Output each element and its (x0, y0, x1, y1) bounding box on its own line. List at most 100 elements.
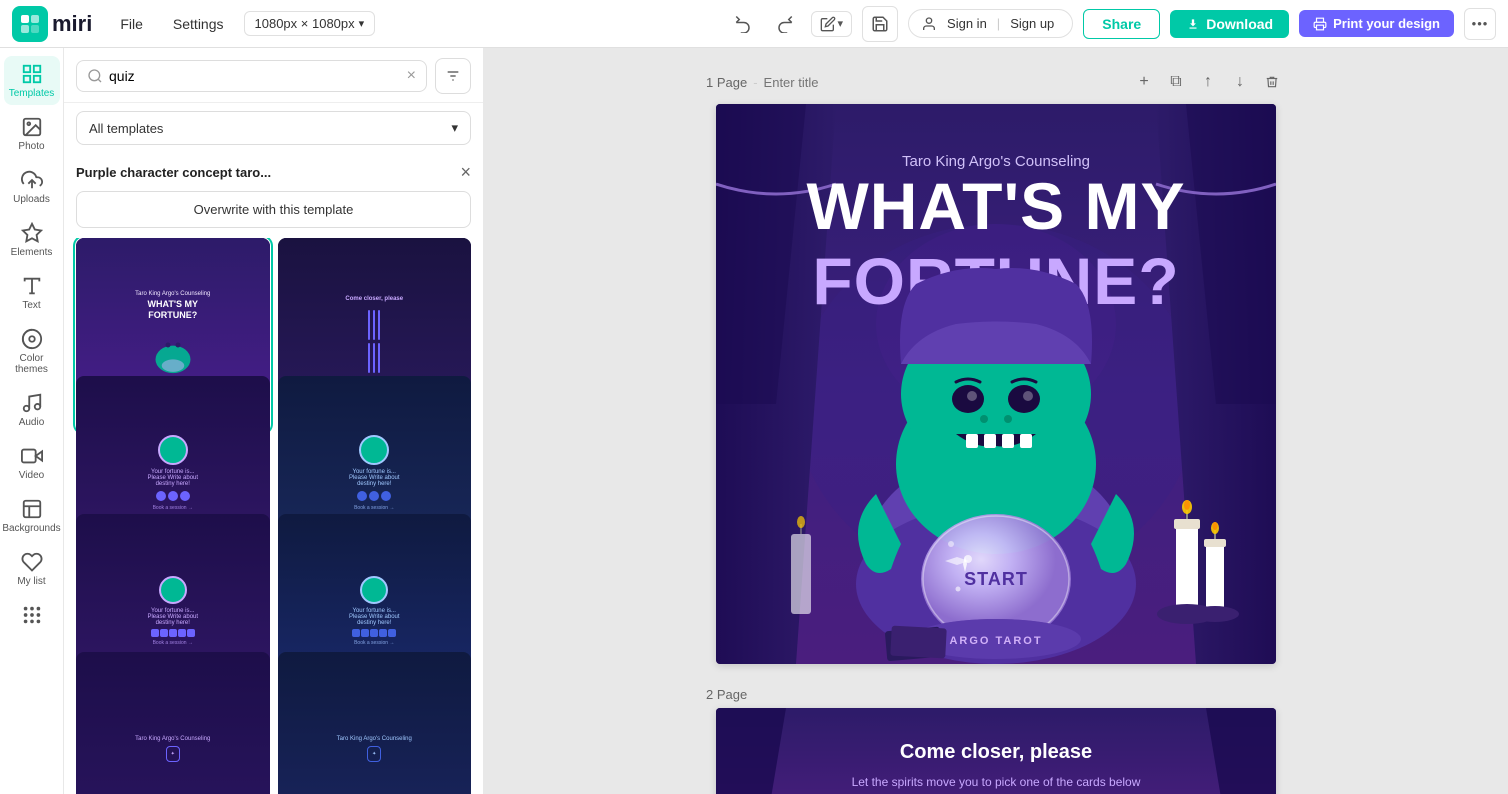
sidebar-item-color-themes[interactable]: Color themes (4, 321, 60, 381)
main-layout: Templates Photo Uploads Elements Text (0, 48, 1508, 794)
move-down-button[interactable]: ↓ (1226, 68, 1254, 96)
sidebar: Templates Photo Uploads Elements Text (0, 48, 64, 794)
dropdown-selected: All templates (89, 121, 163, 136)
sidebar-label-templates: Templates (9, 88, 55, 99)
sidebar-label-elements: Elements (11, 247, 53, 258)
sidebar-item-photo[interactable]: Photo (4, 109, 60, 158)
template-thumb-8[interactable]: Taro King Argo's Counseling ✦ (278, 652, 472, 794)
chevron-down-icon: ▾ (838, 17, 844, 30)
move-up-button[interactable]: ↑ (1194, 68, 1222, 96)
add-page-button[interactable]: + (1130, 68, 1158, 96)
download-label: Download (1206, 16, 1273, 32)
user-icon (921, 16, 937, 32)
dimensions-selector[interactable]: 1080px × 1080px ▾ (244, 11, 376, 36)
svg-text:Let the spirits move you to pi: Let the spirits move you to pick one of … (852, 775, 1141, 789)
page-1-container: 1 Page - + ⧉ ↑ ↓ (504, 68, 1488, 664)
copy-page-button[interactable]: ⧉ (1162, 68, 1190, 96)
sidebar-item-audio[interactable]: Audio (4, 385, 60, 434)
sidebar-label-uploads: Uploads (13, 194, 50, 205)
page-1-number: 1 Page (706, 75, 747, 90)
overwrite-button[interactable]: Overwrite with this template (76, 191, 471, 228)
sidebar-item-uploads[interactable]: Uploads (4, 162, 60, 211)
page-2-container: 2 Page Come closer, please Let the spiri… (504, 680, 1488, 794)
canvas-illustration: Taro King Argo's Counseling WHAT'S MY FO… (716, 104, 1276, 664)
logo-icon (12, 6, 48, 42)
sign-in-button[interactable]: Sign in (941, 14, 993, 33)
svg-text:ARGO TAROT: ARGO TAROT (949, 635, 1042, 647)
my-list-icon (20, 550, 44, 574)
canvas-frame-1[interactable]: Taro King Argo's Counseling WHAT'S MY FO… (716, 104, 1276, 664)
svg-text:START: START (964, 569, 1028, 589)
filter-icon (445, 68, 461, 84)
sidebar-item-elements[interactable]: Elements (4, 215, 60, 264)
search-area: × (64, 48, 483, 103)
page-2-label: 2 Page (706, 687, 747, 702)
sidebar-item-more[interactable] (4, 597, 60, 633)
svg-text:Taro King Argo's Counseling: Taro King Argo's Counseling (902, 153, 1090, 170)
search-icon (87, 68, 103, 84)
edit-pen-button[interactable]: ▾ (811, 11, 853, 37)
sidebar-label-my-list: My list (17, 576, 45, 587)
page-actions: + ⧉ ↑ ↓ (1130, 68, 1286, 96)
more-grid-icon (20, 603, 44, 627)
sidebar-label-video: Video (19, 470, 44, 481)
canvas-area: 1 Page - + ⧉ ↑ ↓ (484, 48, 1508, 794)
sidebar-label-backgrounds: Backgrounds (2, 523, 60, 534)
auth-area: Sign in | Sign up (908, 9, 1073, 38)
template-category-dropdown[interactable]: All templates ▾ (76, 111, 471, 145)
sidebar-item-templates[interactable]: Templates (4, 56, 60, 105)
page-1-header: 1 Page - + ⧉ ↑ ↓ (706, 68, 1286, 96)
page-1-separator: - (753, 75, 757, 90)
backgrounds-icon (20, 497, 44, 521)
menu-settings[interactable]: Settings (163, 12, 234, 36)
sidebar-item-video[interactable]: Video (4, 438, 60, 487)
overwrite-area: Overwrite with this template (64, 187, 483, 238)
template-thumb-7[interactable]: Taro King Argo's Counseling ✦ (76, 652, 270, 794)
sidebar-item-my-list[interactable]: My list (4, 544, 60, 593)
template-header: Purple character concept taro... × (64, 153, 483, 187)
filter-button[interactable] (435, 58, 471, 94)
sidebar-label-photo: Photo (18, 141, 44, 152)
page-title-input[interactable] (764, 75, 940, 90)
template-selected-title: Purple character concept taro... (76, 165, 460, 180)
sidebar-label-audio: Audio (19, 417, 45, 428)
sidebar-label-text: Text (22, 300, 40, 311)
sidebar-label-color-themes: Color themes (8, 353, 56, 375)
redo-button[interactable] (769, 8, 801, 40)
sign-up-button[interactable]: Sign up (1004, 14, 1060, 33)
logo[interactable]: miri (12, 6, 92, 42)
search-input[interactable] (109, 68, 401, 84)
save-button[interactable] (862, 6, 898, 42)
template-close-button[interactable]: × (460, 163, 471, 181)
uploads-icon (20, 168, 44, 192)
print-button[interactable]: Print your design (1299, 10, 1454, 37)
page-2-header: 2 Page (706, 680, 1286, 708)
text-icon (20, 274, 44, 298)
print-label: Print your design (1333, 16, 1440, 31)
svg-text:WHAT'S MY: WHAT'S MY (806, 169, 1185, 243)
search-clear-button[interactable]: × (407, 67, 416, 85)
template-grid: Taro King Argo's Counseling WHAT'S MYFOR… (64, 238, 483, 794)
page-2-preview: Come closer, please Let the spirits move… (716, 708, 1276, 794)
canvas-frame-2[interactable]: Come closer, please Let the spirits move… (716, 708, 1276, 794)
sidebar-item-backgrounds[interactable]: Backgrounds (4, 491, 60, 540)
share-button[interactable]: Share (1083, 9, 1160, 39)
more-icon: ••• (1472, 16, 1489, 31)
page-1-label: 1 Page - (706, 75, 940, 90)
chevron-down-icon: ▾ (451, 120, 458, 136)
color-themes-icon (20, 327, 44, 351)
svg-text:Come closer, please: Come closer, please (900, 741, 1092, 763)
left-panel: × All templates ▾ Purple character conce… (64, 48, 484, 794)
menu-file[interactable]: File (110, 12, 153, 36)
elements-icon (20, 221, 44, 245)
search-box: × (76, 60, 427, 92)
logo-text: miri (52, 11, 92, 37)
topbar: miri File Settings 1080px × 1080px ▾ ▾ S… (0, 0, 1508, 48)
more-options-button[interactable]: ••• (1464, 8, 1496, 40)
photo-icon (20, 115, 44, 139)
templates-icon (20, 62, 44, 86)
undo-button[interactable] (727, 8, 759, 40)
sidebar-item-text[interactable]: Text (4, 268, 60, 317)
download-button[interactable]: Download (1170, 10, 1289, 38)
delete-page-button[interactable] (1258, 68, 1286, 96)
